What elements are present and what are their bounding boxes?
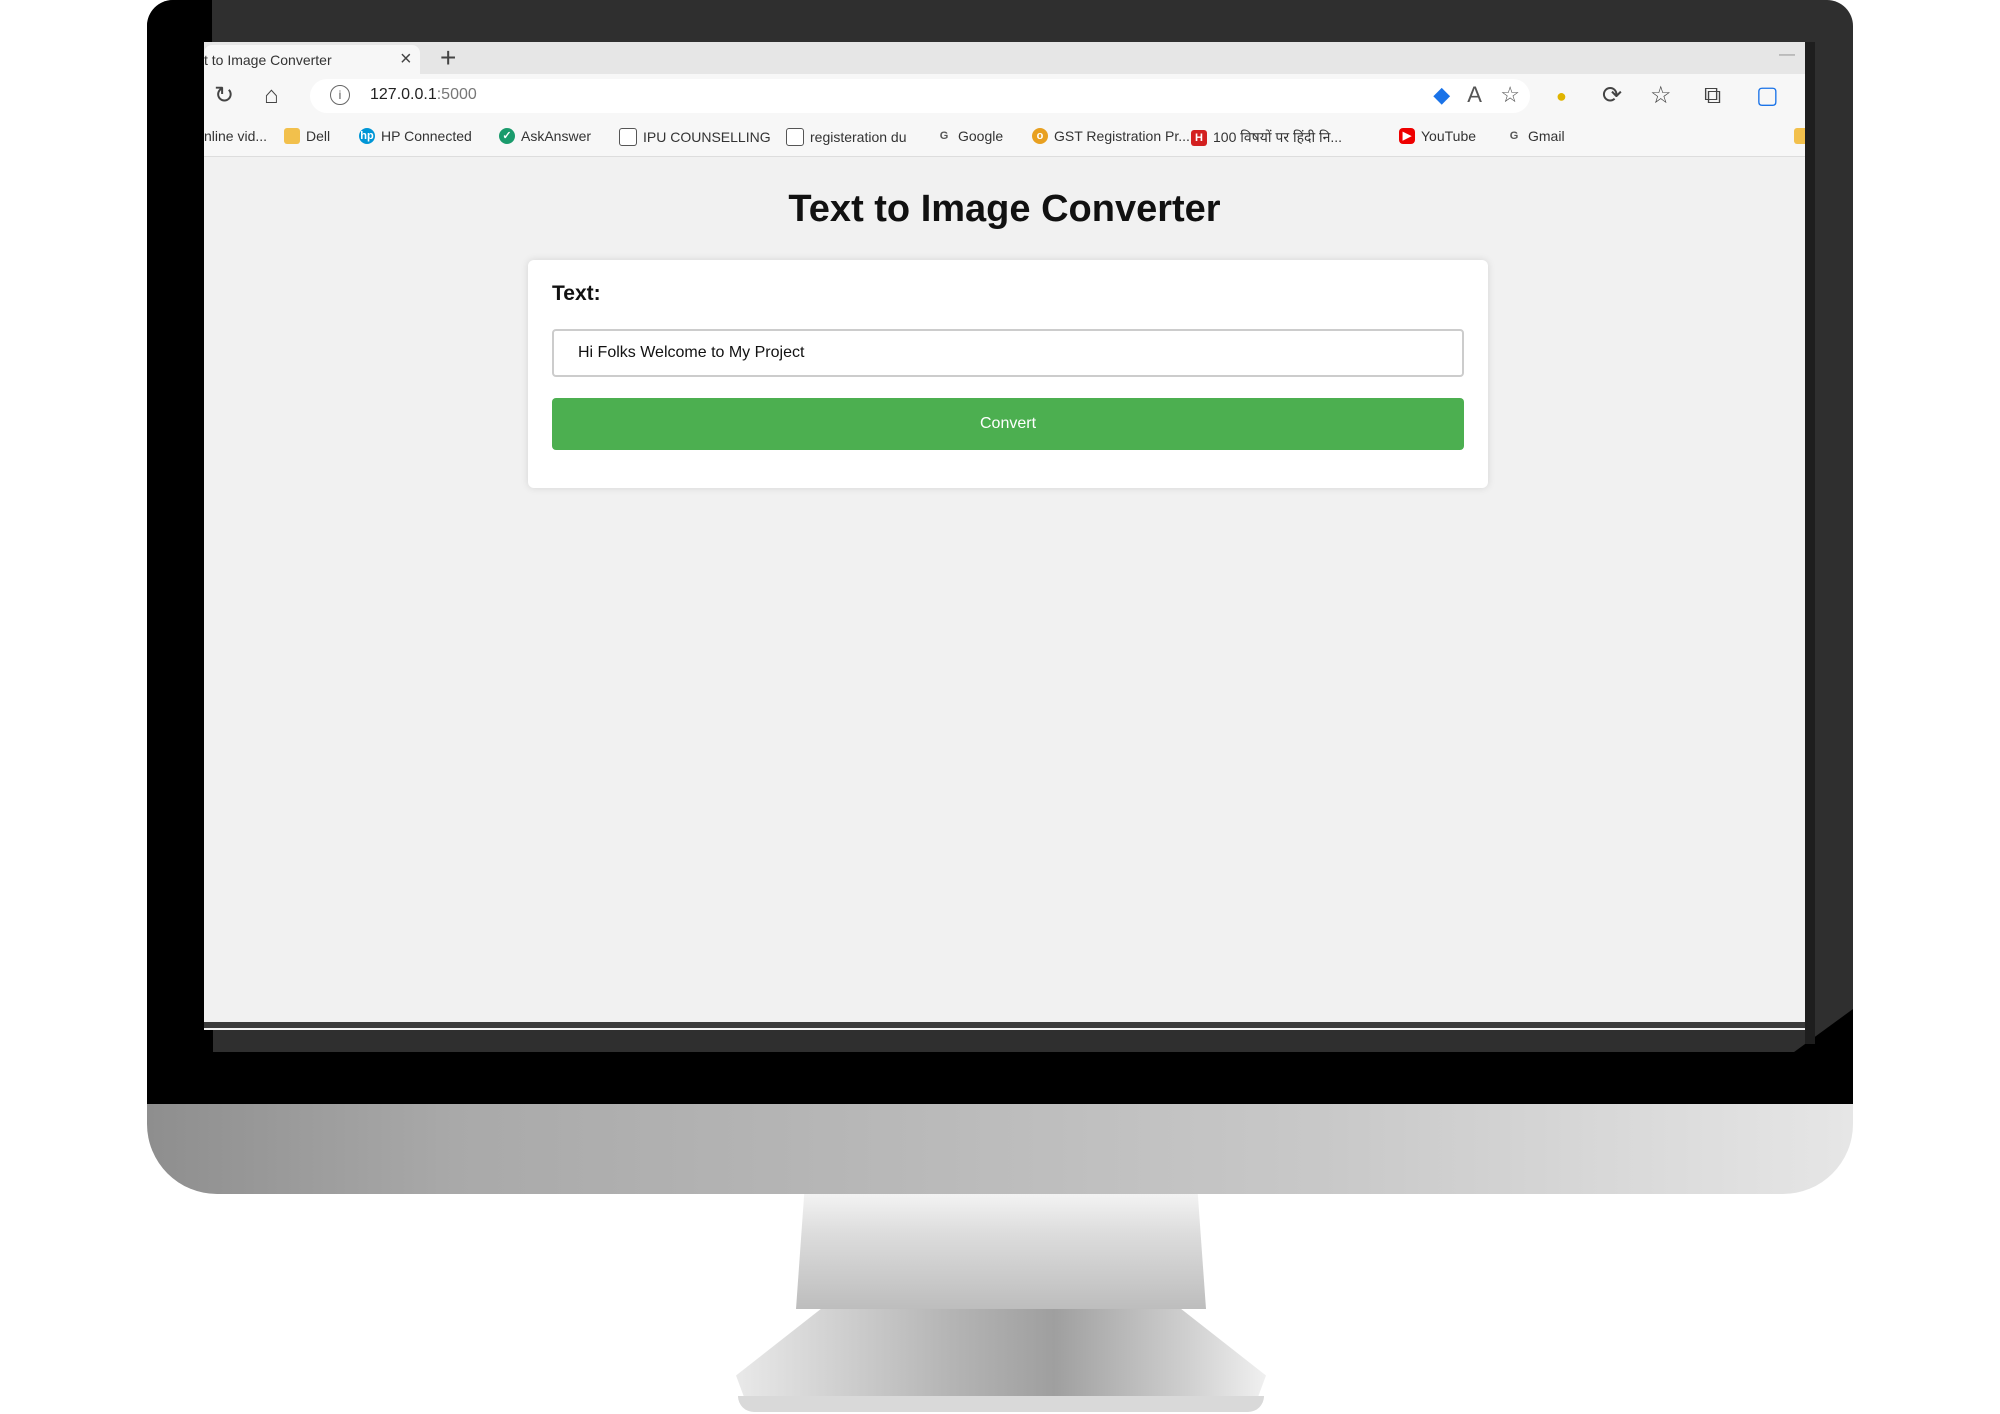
sidebar-icon[interactable]: ▢	[1756, 82, 1779, 110]
google-icon: G	[1509, 130, 1519, 142]
document-icon	[619, 128, 637, 146]
bookmark-folder-icon[interactable]	[1794, 128, 1805, 144]
tab-title: t to Image Converter	[204, 52, 332, 68]
tab-strip: t to Image Converter × + —	[204, 42, 1805, 74]
monitor-stand-base-edge	[738, 1396, 1264, 1412]
monitor-chin	[147, 1104, 1853, 1194]
text-input[interactable]	[552, 329, 1464, 377]
address-bar[interactable]: i 127.0.0.1:5000 ◆ A ☆	[310, 79, 1530, 113]
bookmark-item[interactable]: ✓ AskAnswer	[499, 128, 591, 144]
bookmark-item[interactable]: hp HP Connected	[359, 128, 472, 144]
monitor-stand-neck	[796, 1194, 1206, 1309]
extensions-puzzle-icon[interactable]: ⟳	[1602, 82, 1622, 110]
close-tab-icon[interactable]: ×	[400, 48, 412, 71]
hp-icon: hp	[359, 128, 375, 144]
screen-edge	[1805, 42, 1815, 1044]
read-aloud-icon[interactable]: A	[1467, 82, 1482, 107]
favorites-icon[interactable]: ☆	[1650, 82, 1672, 110]
red-square-icon: H	[1191, 129, 1207, 146]
text-label: Text:	[552, 282, 601, 305]
bookmark-item[interactable]: G Google	[936, 128, 1003, 144]
bookmark-item[interactable]: o GST Registration Pr...	[1032, 128, 1190, 144]
tab-active[interactable]: t to Image Converter ×	[204, 45, 420, 74]
folder-icon	[284, 128, 300, 144]
browser-window: t to Image Converter × + — ↻ ⌂ i 127.0.0…	[204, 42, 1805, 1030]
address-url: 127.0.0.1:5000	[370, 86, 477, 103]
convert-button[interactable]: Convert	[552, 398, 1464, 450]
page-title: Text to Image Converter	[788, 188, 1221, 230]
extension-icon[interactable]: ●	[1556, 82, 1567, 110]
site-info-icon[interactable]: i	[330, 85, 350, 105]
monitor-stand-base	[736, 1309, 1266, 1404]
bookmark-item[interactable]: Dell	[284, 128, 330, 144]
bookmark-item[interactable]: ▶ YouTube	[1399, 128, 1476, 144]
youtube-icon: ▶	[1399, 128, 1415, 144]
bookmarks-bar: nline vid... Dell hp HP Connected ✓ AskAns…	[204, 118, 1805, 157]
address-bar-actions: ◆ A ☆	[1433, 82, 1520, 108]
screen-bottom-edge	[204, 1022, 1805, 1028]
refresh-icon[interactable]: ↻	[214, 82, 234, 110]
bookmark-item[interactable]: H 100 विषयों पर हिंदी नि...	[1191, 128, 1342, 147]
shopping-tag-icon[interactable]: ◆	[1433, 82, 1450, 107]
converter-form: Text: Convert	[528, 260, 1488, 488]
new-tab-button[interactable]: +	[440, 42, 456, 74]
google-icon: G	[939, 130, 949, 142]
browser-toolbar: ↻ ⌂ i 127.0.0.1:5000 ◆ A ☆ ● ⟳ ☆ ⧉ ▢	[204, 74, 1805, 118]
circle-logo-icon: o	[1032, 128, 1048, 144]
home-icon[interactable]: ⌂	[264, 82, 279, 110]
bookmark-item[interactable]: IPU COUNSELLING	[619, 128, 771, 146]
bookmark-item[interactable]: registeration du	[786, 128, 907, 146]
collections-icon[interactable]: ⧉	[1704, 82, 1721, 110]
favorite-add-icon[interactable]: ☆	[1500, 82, 1520, 107]
bookmark-item[interactable]: G Gmail	[1506, 128, 1565, 144]
check-circle-icon: ✓	[499, 128, 515, 144]
document-icon	[786, 128, 804, 146]
minimize-icon[interactable]: —	[1779, 46, 1795, 64]
bookmark-item[interactable]: nline vid...	[204, 128, 267, 144]
